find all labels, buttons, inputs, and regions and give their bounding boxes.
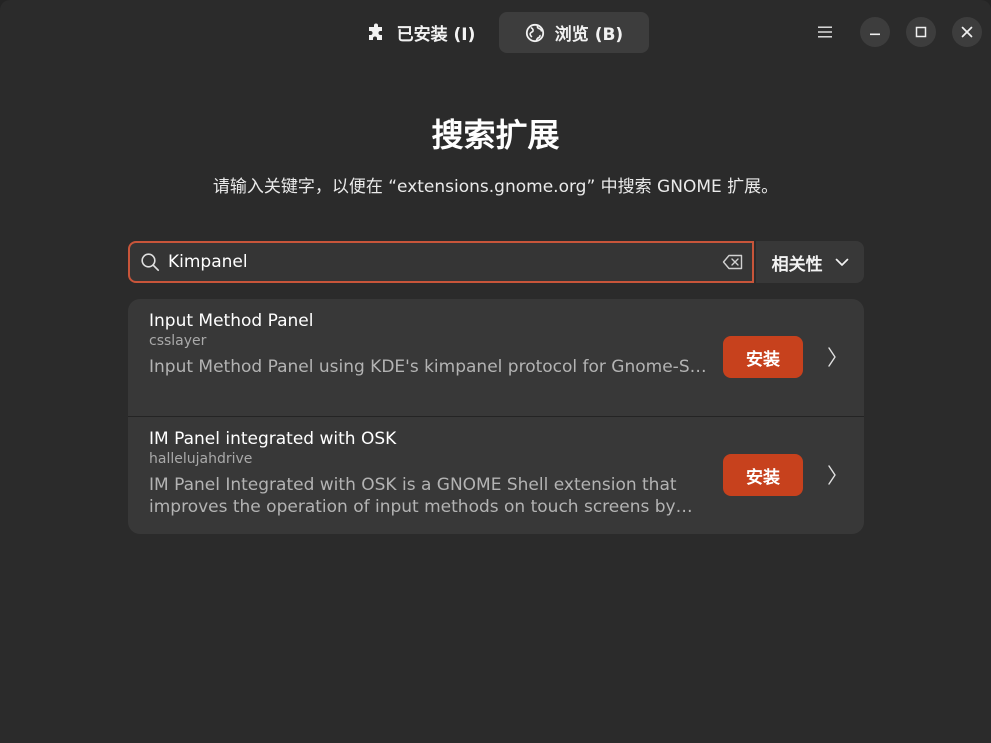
minimize-icon bbox=[869, 23, 881, 42]
tab-installed-label: 已安装 (I) bbox=[396, 25, 476, 45]
search-results-list: Input Method Panel csslayer Input Method… bbox=[128, 299, 864, 534]
chevron-right-icon[interactable] bbox=[825, 463, 839, 487]
search-row: 相关性 bbox=[128, 241, 864, 283]
result-text: IM Panel integrated with OSK hallelujahd… bbox=[149, 429, 709, 518]
puzzle-icon bbox=[367, 23, 387, 43]
extension-name: Input Method Panel bbox=[149, 311, 314, 331]
maximize-icon bbox=[915, 23, 927, 42]
close-button[interactable] bbox=[952, 17, 982, 47]
page-subtitle: 请输入关键字，以便在 “extensions.gnome.org” 中搜索 GN… bbox=[212, 177, 779, 197]
extension-author: csslayer bbox=[149, 333, 207, 349]
search-box[interactable] bbox=[128, 241, 755, 283]
search-input[interactable] bbox=[160, 244, 723, 280]
extension-description: Input Method Panel using KDE's kimpanel … bbox=[149, 357, 709, 377]
extension-manager-window: 已安装 (I) 浏览 (B) 搜索扩展 请输入关键字，以便在 “extensio… bbox=[0, 0, 991, 743]
chevron-down-icon bbox=[835, 252, 849, 272]
close-icon bbox=[961, 23, 973, 42]
result-text: Input Method Panel csslayer Input Method… bbox=[149, 311, 709, 378]
result-row[interactable]: Input Method Panel csslayer Input Method… bbox=[128, 299, 864, 416]
chevron-right-icon[interactable] bbox=[825, 345, 839, 369]
backspace-clear-icon[interactable] bbox=[722, 251, 744, 273]
main-menu-button[interactable] bbox=[810, 17, 840, 47]
tab-browse-label: 浏览 (B) bbox=[554, 25, 624, 45]
minimize-button[interactable] bbox=[860, 17, 890, 47]
extension-description: IM Panel Integrated with OSK is a GNOME … bbox=[149, 475, 677, 517]
install-button[interactable]: 安装 bbox=[723, 336, 803, 378]
sort-selected-label: 相关性 bbox=[771, 254, 823, 275]
hamburger-menu-icon bbox=[818, 23, 832, 42]
page-title: 搜索扩展 bbox=[431, 116, 560, 154]
extension-author: hallelujahdrive bbox=[149, 451, 253, 467]
tab-installed[interactable]: 已安装 (I) bbox=[347, 12, 495, 53]
result-row[interactable]: IM Panel integrated with OSK hallelujahd… bbox=[128, 416, 864, 534]
search-icon bbox=[140, 252, 160, 272]
tab-browse[interactable]: 浏览 (B) bbox=[499, 12, 649, 53]
view-switcher: 已安装 (I) 浏览 (B) bbox=[347, 12, 649, 53]
sort-dropdown[interactable]: 相关性 bbox=[756, 241, 864, 283]
install-button[interactable]: 安装 bbox=[723, 454, 803, 496]
maximize-button[interactable] bbox=[906, 17, 936, 47]
globe-icon bbox=[525, 23, 545, 43]
extension-name: IM Panel integrated with OSK bbox=[149, 429, 397, 449]
header-bar: 已安装 (I) 浏览 (B) bbox=[0, 0, 991, 64]
